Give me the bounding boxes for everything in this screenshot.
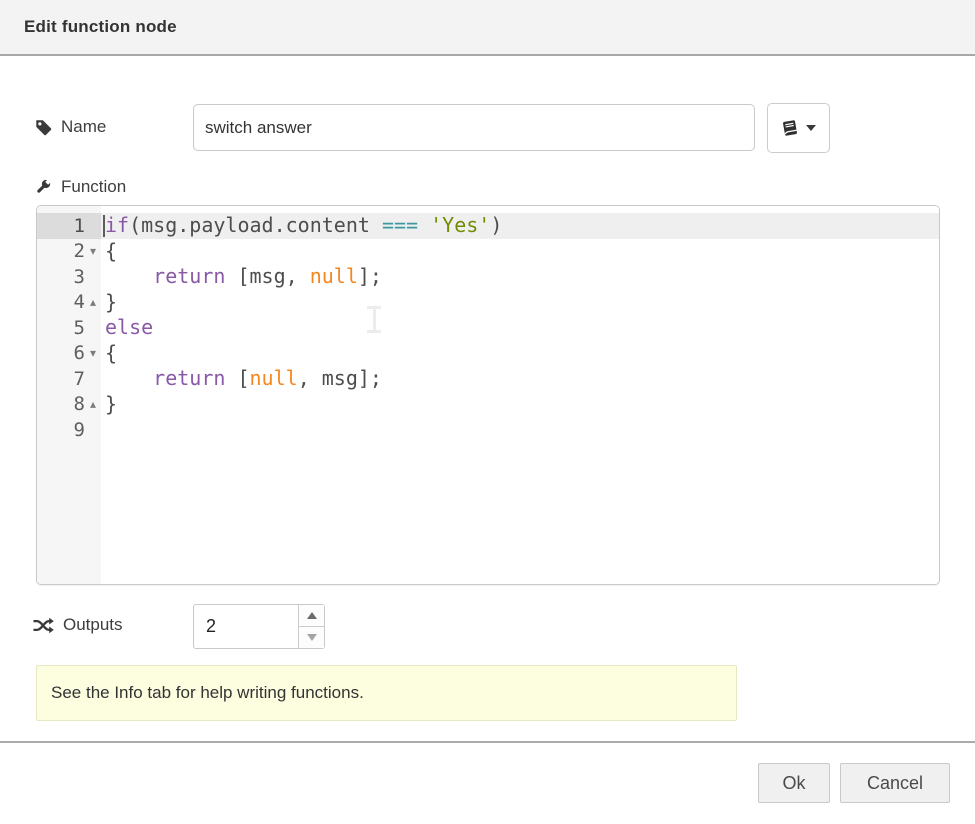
- code-line-6[interactable]: {: [101, 341, 939, 367]
- token-keyword: return: [153, 366, 225, 390]
- gutter-line-4: 4▴: [37, 290, 101, 316]
- fold-open-icon[interactable]: ▾: [85, 244, 101, 258]
- line-number: 5: [37, 317, 85, 339]
- book-icon: [781, 119, 799, 137]
- triangle-up-icon: [307, 612, 317, 619]
- spinner-up-button[interactable]: [299, 605, 324, 627]
- token-text: [418, 213, 430, 237]
- line-number: 7: [37, 368, 85, 390]
- library-button[interactable]: [767, 103, 830, 153]
- token-text: , msg];: [298, 366, 382, 390]
- page-title: Edit function node: [24, 17, 177, 37]
- code-line-8[interactable]: }: [101, 392, 939, 418]
- edit-function-node-dialog: Edit function node Name: [0, 0, 975, 824]
- fold-close-icon[interactable]: ▴: [85, 295, 101, 309]
- line-number: 9: [37, 419, 85, 441]
- editor-code-area[interactable]: if(msg.payload.content === 'Yes'){ retur…: [101, 206, 939, 584]
- line-number: 6: [37, 342, 85, 364]
- line-number: 2: [37, 240, 85, 262]
- gutter-line-2: 2▾: [37, 239, 101, 265]
- token-text: }: [105, 290, 117, 314]
- fold-close-icon[interactable]: ▴: [85, 397, 101, 411]
- gutter-line-7: 7: [37, 366, 101, 392]
- wrench-icon: [34, 178, 52, 196]
- fold-open-icon[interactable]: ▾: [85, 346, 101, 360]
- triangle-down-icon: [307, 634, 317, 641]
- shuffle-icon: [33, 617, 54, 634]
- token-string: 'Yes': [430, 213, 490, 237]
- token-constant: null: [250, 366, 298, 390]
- code-line-9[interactable]: [101, 417, 939, 443]
- name-input[interactable]: [193, 104, 755, 151]
- code-line-5[interactable]: else: [101, 315, 939, 341]
- line-number: 1: [37, 215, 85, 237]
- chevron-down-icon: [806, 125, 816, 131]
- tag-icon: [35, 119, 52, 136]
- info-text: See the Info tab for help writing functi…: [51, 683, 364, 703]
- cancel-button[interactable]: Cancel: [840, 763, 950, 803]
- code-line-3[interactable]: return [msg, null];: [101, 264, 939, 290]
- code-line-1[interactable]: if(msg.payload.content === 'Yes'): [101, 213, 939, 239]
- token-keyword: return: [153, 264, 225, 288]
- dialog-header: Edit function node: [0, 0, 975, 56]
- token-text: ];: [358, 264, 382, 288]
- token-keyword: else: [105, 315, 153, 339]
- token-text: [: [225, 366, 249, 390]
- ok-button[interactable]: Ok: [758, 763, 830, 803]
- function-code-editor[interactable]: 12▾34▴56▾78▴9 if(msg.payload.content ===…: [36, 205, 940, 585]
- code-line-4[interactable]: }: [101, 290, 939, 316]
- spinner-down-button[interactable]: [299, 627, 324, 648]
- token-text: {: [105, 341, 117, 365]
- ibeam-cursor: [367, 306, 381, 333]
- spinner-buttons: [298, 605, 324, 648]
- text-caret: [103, 215, 105, 237]
- token-text: [105, 264, 153, 288]
- outputs-label: Outputs: [33, 615, 123, 635]
- gutter-line-9: 9: [37, 417, 101, 443]
- footer-divider: [0, 741, 975, 743]
- function-label-text: Function: [61, 177, 126, 197]
- token-text: {: [105, 239, 117, 263]
- outputs-label-text: Outputs: [63, 615, 123, 635]
- token-text: [105, 366, 153, 390]
- code-line-2[interactable]: {: [101, 239, 939, 265]
- token-text: }: [105, 392, 117, 416]
- token-constant: null: [310, 264, 358, 288]
- gutter-line-3: 3: [37, 264, 101, 290]
- token-text: ): [490, 213, 502, 237]
- line-number: 8: [37, 393, 85, 415]
- function-label: Function: [34, 177, 126, 197]
- name-label: Name: [35, 117, 106, 137]
- token-text: (msg.payload.content: [129, 213, 382, 237]
- outputs-input[interactable]: [194, 605, 298, 648]
- name-label-text: Name: [61, 117, 106, 137]
- token-operator: ===: [382, 213, 418, 237]
- token-text: [msg,: [225, 264, 309, 288]
- outputs-spinner: [193, 604, 325, 649]
- info-box: See the Info tab for help writing functi…: [36, 665, 737, 721]
- code-line-7[interactable]: return [null, msg];: [101, 366, 939, 392]
- gutter-line-8: 8▴: [37, 392, 101, 418]
- gutter-line-6: 6▾: [37, 341, 101, 367]
- gutter-line-1: 1: [37, 213, 101, 239]
- editor-gutter: 12▾34▴56▾78▴9: [37, 206, 101, 584]
- line-number: 3: [37, 266, 85, 288]
- line-number: 4: [37, 291, 85, 313]
- gutter-line-5: 5: [37, 315, 101, 341]
- token-keyword: if: [105, 213, 129, 237]
